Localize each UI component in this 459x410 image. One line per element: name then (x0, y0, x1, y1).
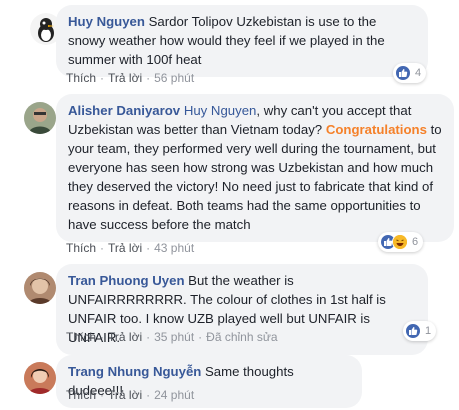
comment-author[interactable]: Tran Phuong Uyen (68, 273, 185, 288)
comment-author[interactable]: Huy Nguyen (68, 14, 145, 29)
reply-link[interactable]: Trả lời (108, 388, 142, 402)
avatar[interactable] (24, 362, 56, 394)
comment-actions: Thích · Trả lời · 35 phút · Đã chỉnh sửa (66, 330, 278, 344)
comment-timestamp[interactable]: 24 phút (154, 388, 194, 402)
mention-link[interactable]: Huy Nguyen (184, 103, 257, 118)
reaction-count: 4 (415, 67, 422, 79)
reaction-summary[interactable]: 1 (403, 321, 437, 341)
like-link[interactable]: Thích (66, 388, 96, 402)
reaction-count: 6 (412, 236, 419, 248)
like-link[interactable]: Thích (66, 71, 96, 85)
avatar[interactable] (24, 272, 56, 304)
reply-link[interactable]: Trả lời (108, 330, 142, 344)
comment-actions: Thích · Trả lời · 56 phút (66, 71, 195, 85)
reply-link[interactable]: Trả lời (108, 241, 142, 255)
comment-text-continued: to your team, they performed very well d… (68, 122, 442, 232)
comment-timestamp[interactable]: 56 phút (154, 71, 194, 85)
comment-author[interactable]: Trang Nhung Nguyễn (68, 364, 201, 379)
like-icon (395, 65, 411, 81)
like-icon (405, 323, 421, 339)
reaction-summary[interactable]: 4 (393, 63, 427, 83)
comment-bubble: Huy Nguyen Sardor Tolipov Uzkebistan is … (56, 5, 428, 77)
highlighted-word: Congratulations (325, 122, 427, 137)
comment-timestamp[interactable]: 43 phút (154, 241, 194, 255)
like-link[interactable]: Thích (66, 241, 96, 255)
comment-timestamp[interactable]: 35 phút (154, 330, 194, 344)
edited-label[interactable]: Đã chỉnh sửa (206, 330, 277, 344)
reply-link[interactable]: Trả lời (108, 71, 142, 85)
comment-bubble: Alisher Daniyarov Huy Nguyen, why can't … (56, 94, 454, 242)
haha-icon (392, 234, 408, 250)
comment-actions: Thích · Trả lời · 24 phút (66, 388, 195, 402)
like-link[interactable]: Thích (66, 330, 96, 344)
reaction-summary[interactable]: 6 (378, 232, 424, 252)
comment-author[interactable]: Alisher Daniyarov (68, 103, 180, 118)
comment-actions: Thích · Trả lời · 43 phút (66, 241, 195, 255)
reaction-count: 1 (425, 325, 432, 337)
avatar[interactable] (24, 102, 56, 134)
